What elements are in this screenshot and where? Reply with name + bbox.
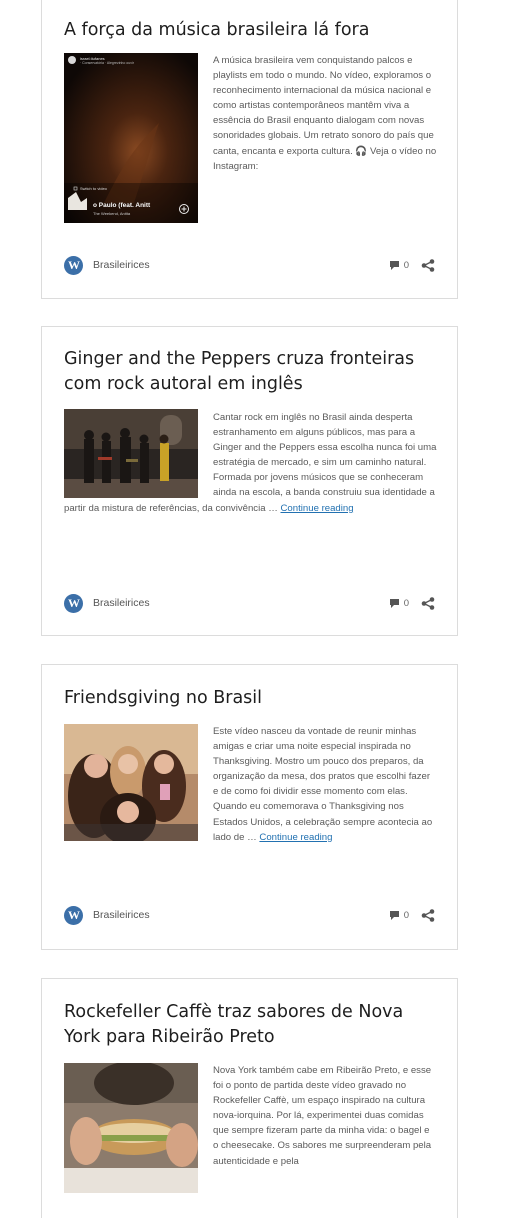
comment-bubble-icon bbox=[389, 260, 399, 270]
comment-bubble-icon bbox=[389, 910, 399, 920]
author-link[interactable]: W Brasileirices bbox=[64, 905, 150, 925]
post-card: Ginger and the Peppers cruza fronteiras … bbox=[41, 326, 458, 636]
continue-reading-link[interactable]: Continue reading bbox=[259, 832, 332, 843]
comments-link[interactable]: 0 bbox=[389, 598, 409, 609]
author-link[interactable]: W Brasileirices bbox=[64, 593, 150, 613]
excerpt-text: Nova York também cabe em Ribeirão Preto,… bbox=[213, 1065, 432, 1167]
post-excerpt: Cantar rock em inglês no Brasil ainda de… bbox=[64, 410, 437, 516]
wordpress-icon: W bbox=[64, 255, 83, 275]
wordpress-icon: W bbox=[64, 593, 83, 613]
post-meta: W Brasileirices 0 bbox=[64, 593, 435, 613]
excerpt-text: Este vídeo nasceu da vontade de reunir m… bbox=[213, 726, 433, 843]
comments-link[interactable]: 0 bbox=[389, 910, 409, 921]
excerpt-text: A música brasileira vem conquistando pal… bbox=[213, 55, 437, 172]
author-name: Brasileirices bbox=[93, 259, 150, 271]
post-card: A força da música brasileira lá fora isr… bbox=[41, 0, 458, 299]
author-name: Brasileirices bbox=[93, 597, 150, 609]
comments-link[interactable]: 0 bbox=[389, 260, 409, 271]
comment-count: 0 bbox=[403, 259, 409, 271]
share-icon bbox=[421, 258, 435, 272]
comment-count: 0 bbox=[403, 909, 409, 921]
post-feed: A força da música brasileira lá fora isr… bbox=[0, 0, 517, 1218]
continue-reading-link[interactable]: Continue reading bbox=[281, 503, 354, 514]
post-card: Friendsgiving no Brasil Este vídeo nasce… bbox=[41, 664, 458, 950]
post-actions: 0 bbox=[389, 596, 435, 610]
wordpress-icon: W bbox=[64, 905, 83, 925]
post-title[interactable]: Rockefeller Caffè traz sabores de Nova Y… bbox=[64, 1000, 441, 1050]
post-excerpt: Este vídeo nasceu da vontade de reunir m… bbox=[64, 724, 437, 845]
share-button[interactable] bbox=[421, 908, 435, 922]
share-button[interactable] bbox=[421, 596, 435, 610]
post-title[interactable]: Ginger and the Peppers cruza fronteiras … bbox=[64, 347, 441, 397]
share-button[interactable] bbox=[421, 258, 435, 272]
post-meta: W Brasileirices 0 bbox=[64, 255, 435, 275]
post-excerpt: Nova York também cabe em Ribeirão Preto,… bbox=[64, 1063, 437, 1193]
post-actions: 0 bbox=[389, 908, 435, 922]
post-meta: W Brasileirices 0 bbox=[64, 905, 435, 925]
author-name: Brasileirices bbox=[93, 909, 150, 921]
share-icon bbox=[421, 596, 435, 610]
post-actions: 0 bbox=[389, 258, 435, 272]
post-excerpt: A música brasileira vem conquistando pal… bbox=[64, 53, 437, 223]
author-link[interactable]: W Brasileirices bbox=[64, 255, 150, 275]
share-icon bbox=[421, 908, 435, 922]
comment-count: 0 bbox=[403, 597, 409, 609]
post-title[interactable]: Friendsgiving no Brasil bbox=[64, 686, 441, 711]
post-title[interactable]: A força da música brasileira lá fora bbox=[64, 18, 441, 43]
post-card: Rockefeller Caffè traz sabores de Nova Y… bbox=[41, 978, 458, 1218]
comment-bubble-icon bbox=[389, 598, 399, 608]
